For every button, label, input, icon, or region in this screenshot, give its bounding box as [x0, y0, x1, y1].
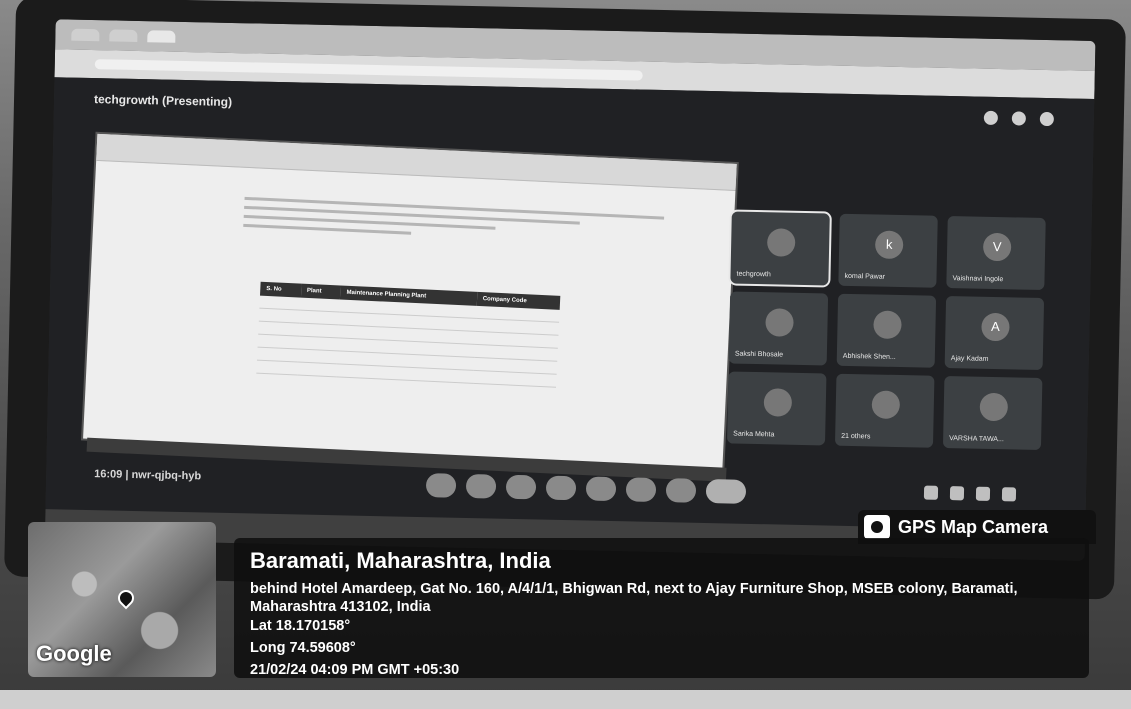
- meet-call-area: techgrowth (Presenting) S. No Plant Main…: [44, 77, 1095, 561]
- participant-tile[interactable]: A Ajay Kadam: [944, 295, 1045, 371]
- avatar: V: [982, 232, 1012, 262]
- location-address: behind Hotel Amardeep, Gat No. 160, A/4/…: [250, 581, 1018, 615]
- emoji-icon[interactable]: [545, 475, 577, 501]
- participant-tiles: techgrowth k komal Pawar V Vaishnavi Ing…: [726, 211, 1052, 451]
- participant-tile[interactable]: Abhishek Shen...: [836, 293, 937, 368]
- camera-icon[interactable]: [465, 473, 497, 499]
- location-title: Baramati, Maharashtra, India: [250, 548, 551, 573]
- pin-icon[interactable]: [983, 110, 999, 126]
- end-call-button[interactable]: [705, 478, 747, 504]
- participant-name: Vaishnavi Ingole: [952, 275, 1004, 284]
- participant-tile[interactable]: VARSHA TAWA...: [942, 375, 1043, 451]
- activities-icon[interactable]: [1001, 487, 1017, 502]
- participant-tile[interactable]: Sarika Mehta: [726, 371, 827, 446]
- layout-icon[interactable]: [1039, 111, 1054, 127]
- avatar: [871, 390, 901, 420]
- avatar: [765, 308, 794, 337]
- browser-tab-meet[interactable]: [147, 30, 176, 43]
- meet-top-toolbar: [983, 110, 1054, 127]
- participant-name: Sakshi Bhosale: [734, 350, 784, 359]
- present-icon[interactable]: [585, 476, 617, 502]
- map-pin-icon: [114, 586, 138, 610]
- participant-name: VARSHA TAWA...: [949, 435, 1004, 444]
- longitude: Long 74.59608°: [250, 640, 356, 656]
- participant-tile[interactable]: techgrowth: [730, 211, 830, 286]
- people-icon[interactable]: [949, 486, 965, 501]
- doc-ribbon: [96, 133, 737, 191]
- url-field[interactable]: [94, 59, 643, 81]
- avatar: [873, 310, 902, 340]
- more-options-icon[interactable]: [665, 478, 697, 503]
- shared-screen-document: S. No Plant Maintenance Planning Plant C…: [83, 133, 737, 469]
- participant-name: Ajay Kadam: [950, 355, 989, 363]
- participant-tile[interactable]: Sakshi Bhosale: [728, 291, 829, 366]
- map-thumbnail: Google: [28, 522, 216, 677]
- presenter-label: techgrowth (Presenting): [93, 92, 233, 109]
- avatar: A: [981, 312, 1010, 342]
- captions-icon[interactable]: [505, 474, 537, 500]
- doc-table: S. No Plant Maintenance Planning Plant C…: [256, 281, 561, 388]
- participant-name: Sarika Mehta: [733, 430, 775, 439]
- chat-icon[interactable]: [975, 486, 991, 501]
- settings-icon[interactable]: [1011, 111, 1027, 126]
- avatar: [766, 228, 796, 257]
- participant-tile[interactable]: k komal Pawar: [838, 213, 938, 288]
- raise-hand-icon[interactable]: [625, 477, 657, 502]
- timestamp: 21/02/24 04:09 PM GMT +05:30: [250, 662, 460, 678]
- keyboard-edge: [0, 690, 1131, 709]
- participant-name: 21 others: [841, 432, 871, 441]
- participant-name: Abhishek Shen...: [842, 352, 896, 361]
- laptop-screen: techgrowth (Presenting) S. No Plant Main…: [44, 19, 1096, 561]
- meet-side-controls: [923, 485, 1017, 502]
- avatar: k: [874, 230, 904, 260]
- participant-tile[interactable]: V Vaishnavi Ingole: [946, 215, 1046, 291]
- browser-tab[interactable]: [109, 29, 138, 42]
- browser-tab[interactable]: [71, 28, 100, 42]
- avatar: [979, 392, 1009, 422]
- avatar: [763, 388, 793, 417]
- location-info-box: Baramati, Maharashtra, India behind Hote…: [234, 538, 1089, 678]
- mic-icon[interactable]: [425, 473, 457, 498]
- info-icon[interactable]: [923, 485, 939, 500]
- participant-name: komal Pawar: [844, 272, 886, 281]
- meeting-time-and-code: 16:09 | nwr-qjbq-hyb: [94, 468, 202, 483]
- participant-tile[interactable]: 21 others: [834, 373, 935, 448]
- map-brand: Google: [36, 641, 112, 666]
- gps-info-panel: Google Baramati, Maharashtra, India behi…: [22, 516, 1092, 684]
- latitude: Lat 18.170158°: [250, 618, 351, 634]
- doc-text-lines: [243, 191, 665, 253]
- participant-name: techgrowth: [736, 270, 771, 279]
